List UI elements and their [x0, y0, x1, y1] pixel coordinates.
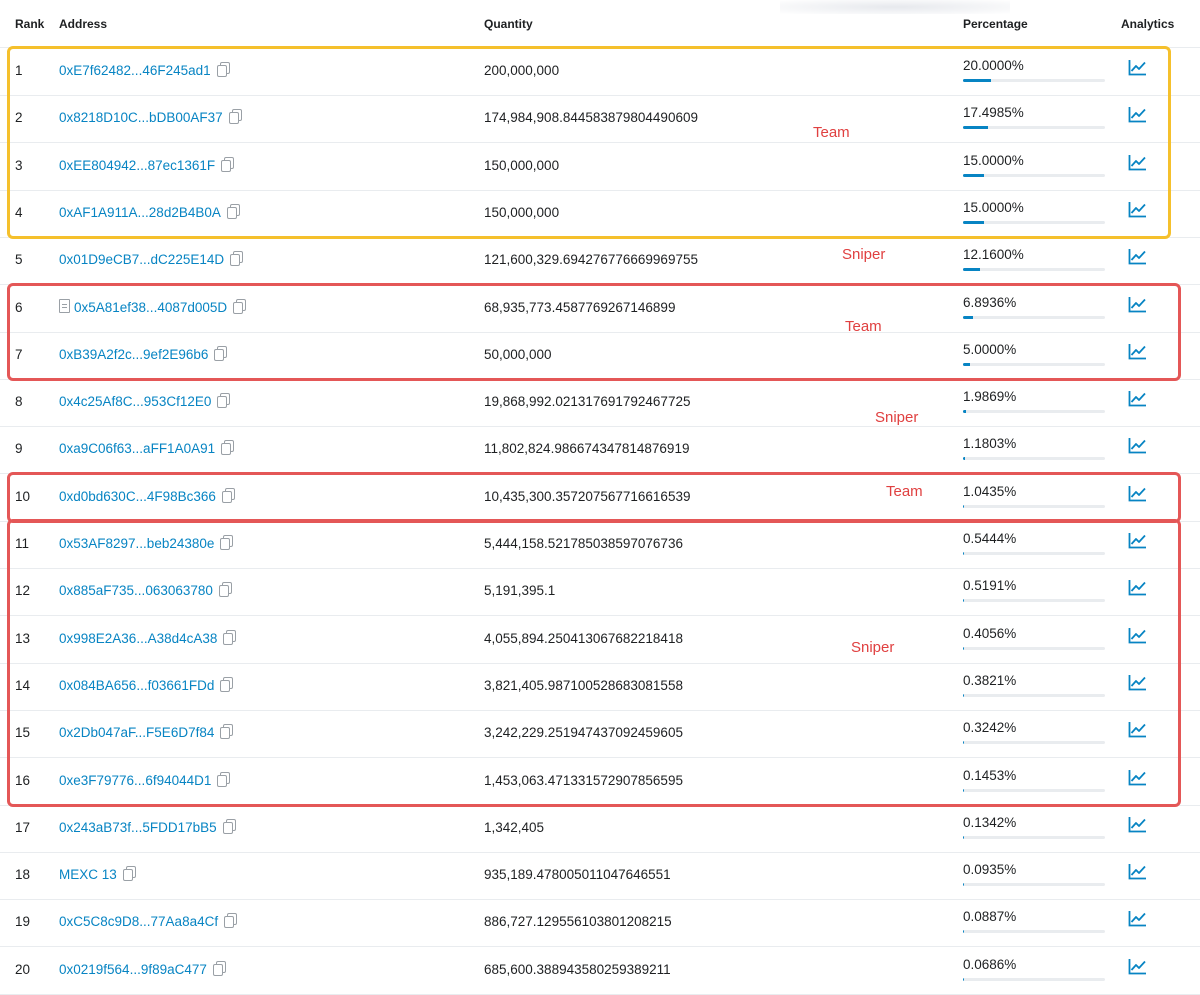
table-row: 19 0xC5C8c9D8...77Aa8a4Cf 886,727.12955610…	[0, 899, 1200, 948]
holder-percentage: 1.1803%	[963, 436, 1017, 452]
table-row: 5 0x01D9eCB7...dC225E14D 121,600,329.69427…	[0, 237, 1200, 286]
copy-icon[interactable]	[223, 818, 237, 834]
table-row: 8 0x4c25Af8C...953Cf12E0 19,868,992.021317…	[0, 379, 1200, 428]
column-header-percentage: Percentage	[963, 17, 1028, 31]
annotation-box	[7, 46, 1171, 240]
holder-percentage: 0.0935%	[963, 862, 1017, 878]
holder-address-link[interactable]: 0x0219f564...9f89aC477	[59, 962, 207, 977]
analytics-chart-icon[interactable]	[1128, 958, 1147, 975]
annotation-label: Team	[886, 483, 923, 500]
token-holders-table: Rank Address Quantity Percentage Analyti…	[0, 0, 1200, 995]
copy-icon[interactable]	[213, 960, 227, 976]
percentage-bar	[963, 835, 1105, 839]
holder-quantity: 886,727.129556103801208215	[484, 914, 672, 930]
analytics-chart-icon[interactable]	[1128, 816, 1147, 833]
holder-rank: 5	[15, 252, 23, 268]
holder-quantity: 19,868,992.021317691792467725	[484, 394, 691, 410]
annotation-label: Team	[845, 318, 882, 335]
percentage-bar-fill	[963, 977, 964, 981]
percentage-bar-fill	[963, 835, 964, 839]
holder-address-link[interactable]: 0x4c25Af8C...953Cf12E0	[59, 394, 211, 409]
percentage-bar	[963, 930, 1105, 934]
holder-percentage: 0.0887%	[963, 909, 1017, 925]
holder-address-link[interactable]: 0x01D9eCB7...dC225E14D	[59, 252, 224, 267]
annotation-label: Team	[813, 124, 850, 141]
annotation-box	[7, 282, 1181, 382]
holder-quantity: 685,600.388943580259389211	[484, 961, 671, 977]
table-row: 17 0x243aB73f...5FDD17bB5 1,342,405 0.1342%	[0, 805, 1200, 853]
holder-percentage: 1.9869%	[963, 389, 1017, 405]
table-row: 9 0xa9C06f63...aFF1A0A91 11,802,824.986674…	[0, 426, 1200, 475]
holder-address-link[interactable]: 0xa9C06f63...aFF1A0A91	[59, 441, 215, 456]
column-header-rank: Rank	[15, 17, 45, 31]
holder-quantity: 1,342,405	[484, 819, 545, 835]
annotation-box	[7, 471, 1181, 523]
analytics-chart-icon[interactable]	[1128, 910, 1147, 927]
holder-rank: 18	[15, 867, 31, 883]
holder-rank: 8	[15, 394, 23, 410]
holder-quantity: 935,189.478005011047646551	[484, 867, 671, 883]
annotation-label: Sniper	[875, 409, 919, 426]
percentage-bar-fill	[963, 930, 964, 934]
percentage-bar-fill	[963, 268, 981, 272]
annotation-box	[7, 519, 1181, 807]
holder-address-link[interactable]: 0x243aB73f...5FDD17bB5	[59, 820, 217, 835]
holder-address-link[interactable]: MEXC 13	[59, 867, 117, 882]
holder-percentage: 12.1600%	[963, 247, 1024, 263]
holder-rank: 9	[15, 441, 23, 457]
annotation-label: Sniper	[842, 246, 886, 263]
copy-icon[interactable]	[230, 251, 244, 267]
holder-rank: 17	[15, 819, 31, 835]
column-header-analytics: Analytics	[1121, 17, 1175, 31]
copy-icon[interactable]	[221, 440, 235, 456]
table-row: 18 MEXC 13 935,189.478005011047646551 0.093…	[0, 852, 1200, 901]
percentage-bar	[963, 457, 1105, 461]
holder-rank: 20	[15, 961, 31, 977]
percentage-bar	[963, 410, 1105, 414]
percentage-bar-fill	[963, 457, 965, 461]
column-header-quantity: Quantity	[484, 17, 533, 31]
holder-quantity: 11,802,824.986674347814876919	[484, 441, 690, 457]
copy-icon[interactable]	[224, 913, 238, 929]
analytics-chart-icon[interactable]	[1128, 390, 1147, 407]
table-header: Rank Address Quantity Percentage Analyti…	[0, 0, 1200, 48]
table-row: 20 0x0219f564...9f89aC477 685,600.38894358…	[0, 947, 1200, 995]
percentage-bar-fill	[963, 410, 966, 414]
percentage-bar	[963, 977, 1105, 981]
analytics-chart-icon[interactable]	[1128, 863, 1147, 880]
holder-rank: 19	[15, 914, 31, 930]
copy-icon[interactable]	[123, 866, 137, 882]
analytics-chart-icon[interactable]	[1128, 248, 1147, 265]
copy-icon[interactable]	[217, 393, 231, 409]
holder-quantity: 121,600,329.694276776669969755	[484, 252, 698, 268]
percentage-bar	[963, 268, 1105, 272]
annotation-label: Sniper	[851, 639, 895, 656]
holder-address-link[interactable]: 0xC5C8c9D8...77Aa8a4Cf	[59, 914, 218, 929]
holder-percentage: 0.1342%	[963, 814, 1017, 830]
holder-percentage: 0.0686%	[963, 956, 1017, 972]
column-header-address: Address	[59, 17, 108, 31]
percentage-bar	[963, 883, 1105, 887]
analytics-chart-icon[interactable]	[1128, 437, 1147, 454]
percentage-bar-fill	[963, 883, 964, 887]
